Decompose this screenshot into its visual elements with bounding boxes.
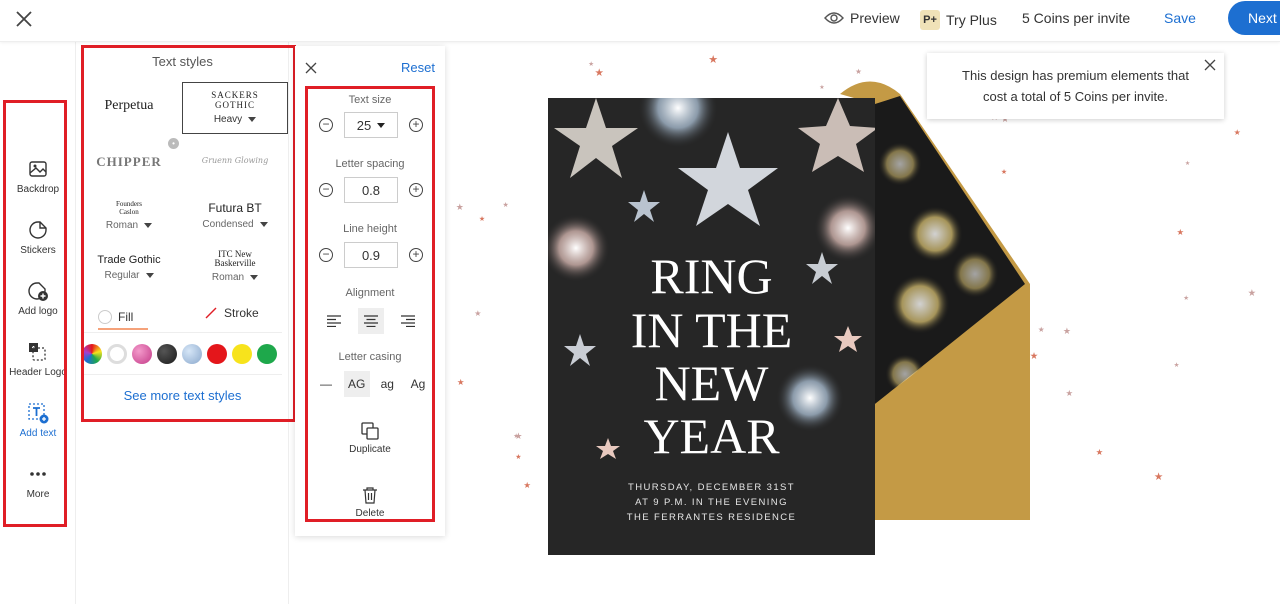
card-title-line: RING bbox=[650, 248, 773, 304]
confetti-star: ★ bbox=[474, 309, 482, 319]
card-detail-line: THE FERRANTES RESIDENCE bbox=[626, 512, 797, 523]
plus-badge-icon: P+ bbox=[920, 10, 940, 30]
confetti-star: ★ bbox=[456, 377, 465, 387]
confetti-star: ★ bbox=[455, 202, 464, 213]
highlight-box bbox=[81, 45, 296, 422]
confetti-star: ★ bbox=[1184, 160, 1191, 168]
try-plus-button[interactable]: P+ Try Plus bbox=[920, 10, 997, 30]
card-title-line: YEAR bbox=[643, 408, 780, 464]
confetti-star: ★ bbox=[708, 54, 718, 67]
confetti-star: ★ bbox=[1176, 226, 1185, 237]
preview-label: Preview bbox=[850, 10, 900, 26]
confetti-star: ★ bbox=[478, 216, 486, 224]
confetti-star: ★ bbox=[515, 451, 522, 461]
try-plus-label: Try Plus bbox=[946, 12, 997, 28]
confetti-star: ★ bbox=[513, 432, 520, 440]
confetti-star: ★ bbox=[1173, 361, 1180, 369]
confetti-star: ★ bbox=[594, 67, 605, 80]
highlight-box bbox=[305, 86, 435, 522]
invitation-card[interactable]: RING IN THE NEW YEAR THURSDAY, DECEMBER … bbox=[548, 98, 875, 555]
card-title-line: IN THE bbox=[630, 302, 793, 358]
save-label: Save bbox=[1164, 10, 1196, 26]
confetti-star: ★ bbox=[1247, 288, 1256, 299]
coins-label: 5 Coins per invite bbox=[1022, 10, 1131, 26]
confetti-star: ★ bbox=[1233, 128, 1241, 138]
confetti-star: ★ bbox=[1183, 295, 1189, 303]
card-detail-line: THURSDAY, DECEMBER 31ST bbox=[628, 482, 795, 493]
close-icon[interactable] bbox=[12, 7, 36, 31]
reset-button[interactable]: Reset bbox=[401, 60, 435, 75]
premium-notice-tooltip: This design has premium elements that co… bbox=[927, 53, 1224, 119]
confetti-star: ★ bbox=[1065, 388, 1074, 399]
save-button[interactable]: Save bbox=[1164, 10, 1196, 26]
confetti-star: ★ bbox=[1062, 325, 1071, 336]
confetti-star: ★ bbox=[523, 480, 531, 490]
confetti-star: ★ bbox=[1153, 471, 1164, 484]
next-label: Next bbox=[1248, 10, 1277, 26]
confetti-star: ★ bbox=[1037, 325, 1045, 335]
eye-icon bbox=[824, 12, 844, 24]
confetti-star: ★ bbox=[1095, 446, 1104, 457]
top-bar: Preview P+ Try Plus 5 Coins per invite S… bbox=[0, 0, 1280, 42]
notice-text: This design has premium elements that co… bbox=[962, 68, 1189, 104]
card-detail-line: AT 9 P.M. IN THE EVENING bbox=[635, 497, 788, 508]
preview-button[interactable]: Preview bbox=[824, 10, 900, 26]
confetti-star: ★ bbox=[819, 83, 825, 91]
confetti-star: ★ bbox=[502, 201, 509, 210]
close-icon[interactable] bbox=[305, 62, 317, 74]
card-title-line: NEW bbox=[654, 355, 769, 411]
next-button[interactable]: Next bbox=[1228, 1, 1280, 35]
close-icon[interactable] bbox=[1204, 59, 1216, 71]
highlight-box bbox=[3, 100, 67, 527]
coins-per-invite: 5 Coins per invite bbox=[1022, 10, 1130, 26]
confetti-star: ★ bbox=[588, 61, 595, 69]
